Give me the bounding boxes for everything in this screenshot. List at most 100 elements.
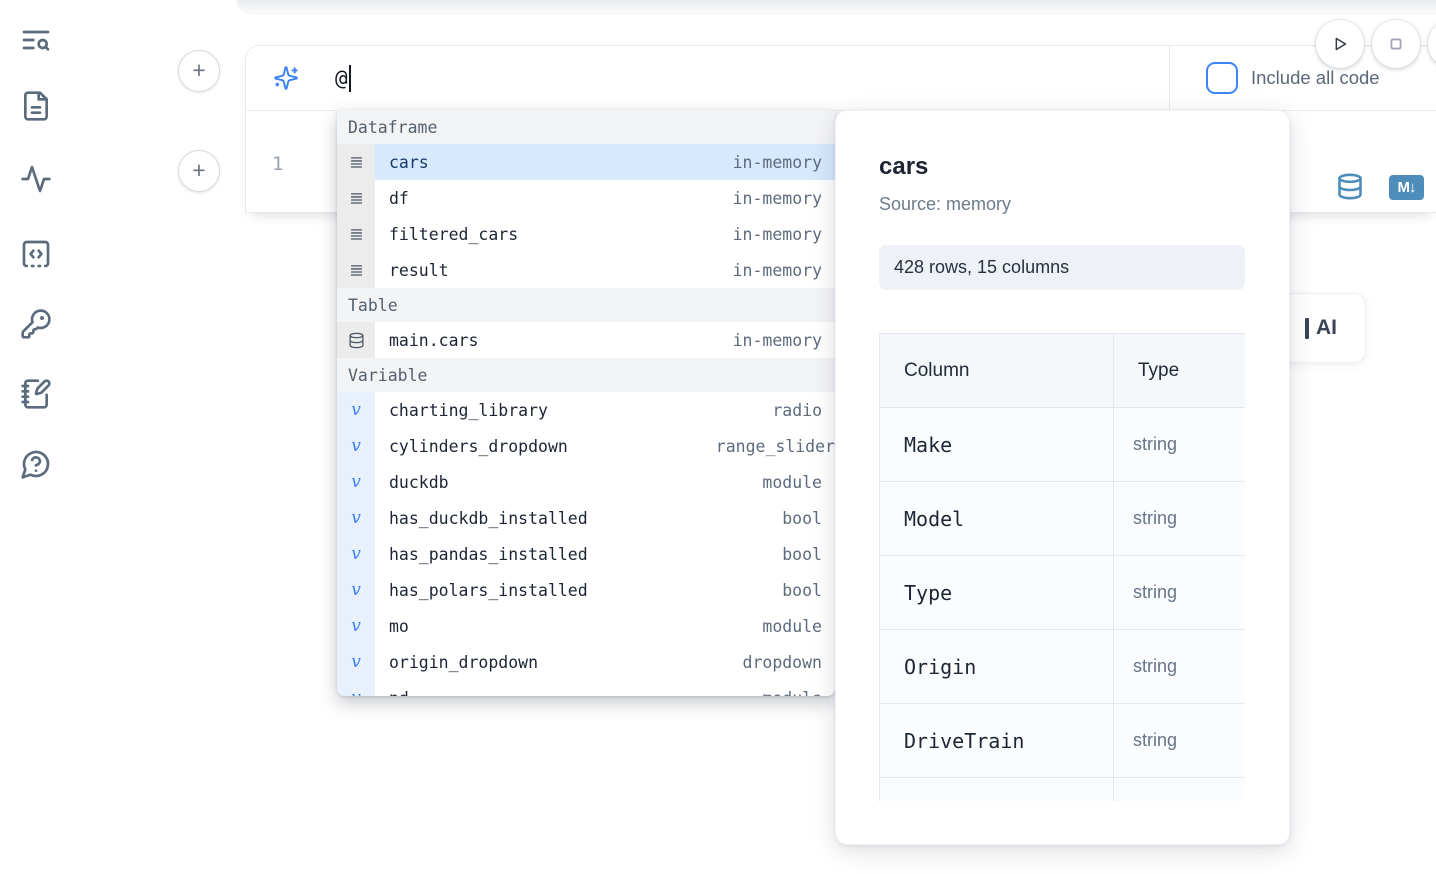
table-row: DriveTrainstring xyxy=(880,704,1246,778)
variable-icon: v xyxy=(337,608,375,644)
database-icon xyxy=(337,322,375,358)
completion-detail: module xyxy=(762,617,835,636)
completion-name: has_pandas_installed xyxy=(389,545,782,564)
run-cell-button[interactable] xyxy=(1316,20,1364,68)
type-header: Type xyxy=(1114,334,1246,408)
activity-icon[interactable] xyxy=(20,163,52,195)
completion-detail: in-memory xyxy=(733,261,835,280)
completion-name: pd xyxy=(389,689,762,697)
include-all-code-label: Include all code xyxy=(1251,67,1380,89)
column-type-cell: string xyxy=(1114,482,1246,556)
autocomplete-section-header: Dataframe xyxy=(337,110,835,144)
completion-name: cars xyxy=(389,153,733,172)
column-header: Column xyxy=(880,334,1114,408)
table-row: Modelstring xyxy=(880,482,1246,556)
line-number: 1 xyxy=(272,153,283,175)
completion-detail: radio xyxy=(772,401,835,420)
preview-title: cars xyxy=(879,153,1289,181)
autocomplete-item-cylinders_dropdown[interactable]: v cylinders_dropdownrange_slider xyxy=(337,428,835,464)
stop-button[interactable] xyxy=(1372,20,1420,68)
ai-prompt-input[interactable]: @ Include all code xyxy=(246,46,1436,111)
document-icon[interactable] xyxy=(20,90,52,122)
completion-detail: module xyxy=(762,689,835,697)
autocomplete-item-has_polars_installed[interactable]: vhas_polars_installedbool xyxy=(337,572,835,608)
completion-name: df xyxy=(389,189,733,208)
dataframe-rows-icon xyxy=(337,180,375,216)
variable-icon: v xyxy=(337,644,375,680)
autocomplete-item-duckdb[interactable]: vduckdbmodule xyxy=(337,464,835,500)
scratchpad-icon[interactable] xyxy=(20,378,52,410)
completion-name: filtered_cars xyxy=(389,225,733,244)
autocomplete-item-has_pandas_installed[interactable]: vhas_pandas_installedbool xyxy=(337,536,835,572)
preview-table-wrap: Column Type MakestringModelstringTypestr… xyxy=(879,333,1245,801)
autocomplete-item-mo[interactable]: vmomodule xyxy=(337,608,835,644)
column-name-cell: DriveTrain xyxy=(880,704,1114,778)
help-chat-icon[interactable] xyxy=(20,448,52,480)
preview-table-header-row: Column Type xyxy=(880,334,1246,408)
add-cell-above-button[interactable]: + xyxy=(178,50,220,92)
clipped-letter xyxy=(1305,318,1309,339)
completion-detail: module xyxy=(762,473,835,492)
markdown-convert-icon[interactable]: M↓ xyxy=(1389,175,1424,200)
completion-detail: dropdown xyxy=(743,653,835,672)
preview-table: Column Type MakestringModelstringTypestr… xyxy=(879,333,1245,801)
completion-name: result xyxy=(389,261,733,280)
variable-icon: v xyxy=(337,500,375,536)
completion-detail: in-memory xyxy=(733,189,835,208)
variable-icon: v xyxy=(337,392,375,428)
completion-detail: bool xyxy=(782,509,835,528)
column-name-cell: Model xyxy=(880,482,1114,556)
completion-detail: bool xyxy=(782,545,835,564)
previous-cell-edge xyxy=(237,0,1436,14)
variable-icon: v xyxy=(337,464,375,500)
dataframe-rows-icon xyxy=(337,252,375,288)
table-row-partial xyxy=(880,778,1246,802)
completion-name: duckdb xyxy=(389,473,762,492)
add-cell-below-button[interactable]: + xyxy=(178,150,220,192)
autocomplete-item-main.cars[interactable]: main.carsin-memory xyxy=(337,322,835,358)
completion-name: has_polars_installed xyxy=(389,581,782,600)
column-type-cell: string xyxy=(1114,556,1246,630)
table-row: Typestring xyxy=(880,556,1246,630)
autocomplete-item-filtered_cars[interactable]: filtered_carsin-memory xyxy=(337,216,835,252)
app-screen: + + @ Include all code 1 M↓ AI Dataframe… xyxy=(0,0,1436,874)
completion-name: mo xyxy=(389,617,762,636)
database-icon[interactable] xyxy=(1336,170,1364,203)
table-row: Originstring xyxy=(880,630,1246,704)
variable-icon: v xyxy=(337,572,375,608)
completion-name: charting_library xyxy=(389,401,772,420)
prompt-text: @ xyxy=(335,66,348,90)
completion-detail: range_slider xyxy=(716,437,835,456)
include-all-code-checkbox[interactable] xyxy=(1206,62,1238,94)
variable-icon: v xyxy=(337,680,375,696)
autocomplete-item-result[interactable]: resultin-memory xyxy=(337,252,835,288)
completion-name: main.cars xyxy=(389,331,733,350)
autocomplete-item-pd[interactable]: v pdmodule xyxy=(337,680,835,696)
completion-name: origin_dropdown xyxy=(389,653,743,672)
column-name-cell: Type xyxy=(880,556,1114,630)
snippets-icon[interactable] xyxy=(20,238,52,270)
dataframe-rows-icon xyxy=(337,216,375,252)
column-type-cell: string xyxy=(1114,408,1246,482)
autocomplete-item-has_duckdb_installed[interactable]: v has_duckdb_installedbool xyxy=(337,500,835,536)
autocomplete-item-origin_dropdown[interactable]: v origin_dropdowndropdown xyxy=(337,644,835,680)
autocomplete-section-header: Variable xyxy=(337,358,835,392)
completion-name: cylinders_dropdown xyxy=(389,437,716,456)
dataframe-rows-icon xyxy=(337,144,375,180)
autocomplete-item-charting_library[interactable]: v charting_libraryradio xyxy=(337,392,835,428)
key-icon[interactable] xyxy=(20,308,52,340)
toc-search-icon[interactable] xyxy=(20,24,52,56)
autocomplete-item-df[interactable]: dfin-memory xyxy=(337,180,835,216)
completion-name: has_duckdb_installed xyxy=(389,509,782,528)
autocomplete-item-cars[interactable]: carsin-memory xyxy=(337,144,835,180)
dataframe-preview-panel: cars Source: memory 428 rows, 15 columns… xyxy=(835,110,1290,845)
completion-detail: in-memory xyxy=(733,153,835,172)
column-name-cell: Make xyxy=(880,408,1114,482)
stop-icon xyxy=(1385,33,1407,55)
column-type-cell: string xyxy=(1114,630,1246,704)
ai-sparkle-icon xyxy=(273,65,299,91)
completion-detail: in-memory xyxy=(733,331,835,350)
variable-icon: v xyxy=(337,428,375,464)
autocomplete-popup: Dataframecarsin-memorydfin-memoryfiltere… xyxy=(337,110,835,696)
column-type-cell: string xyxy=(1114,704,1246,778)
